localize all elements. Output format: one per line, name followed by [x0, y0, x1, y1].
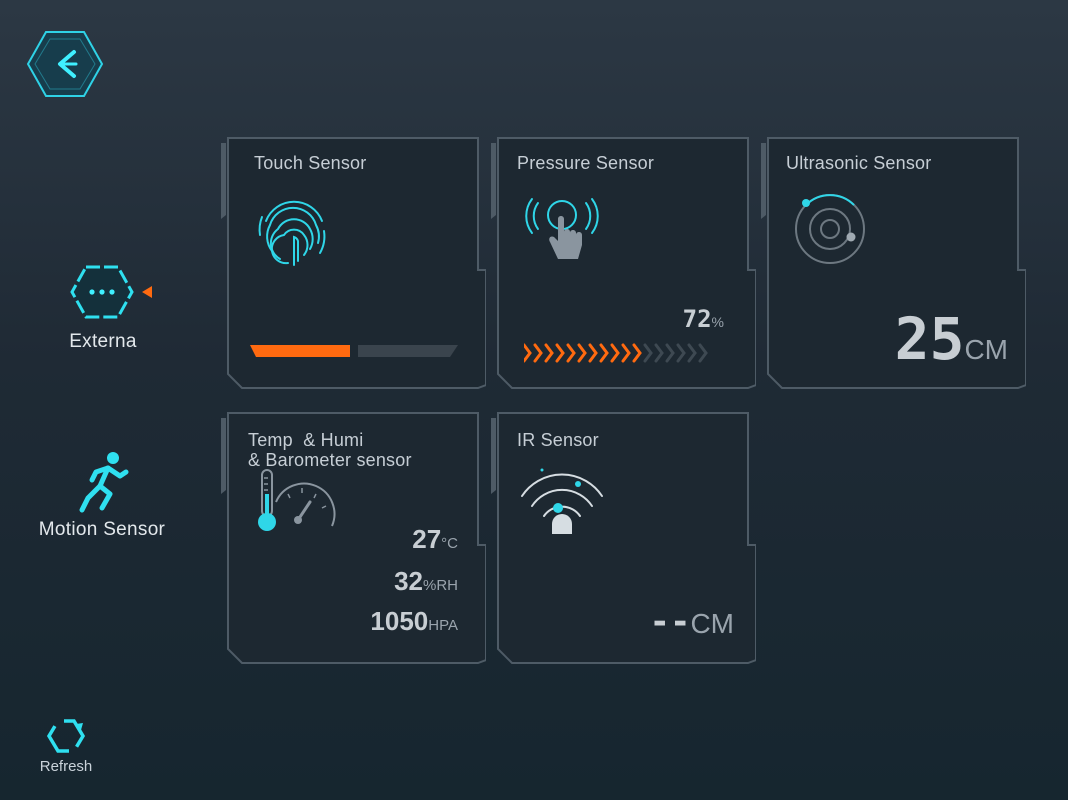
touch-level-bar	[250, 345, 458, 357]
refresh-label: Refresh	[39, 758, 93, 775]
active-indicator-arrow	[142, 286, 152, 298]
running-person-icon	[79, 452, 129, 513]
temperature-value: 27	[412, 524, 442, 554]
barometer-readout: 1050HPA	[370, 606, 458, 637]
nav-label-externa: Externa	[69, 331, 137, 352]
humidity-unit: %RH	[422, 577, 458, 594]
card-title: Touch Sensor	[254, 153, 367, 173]
chevron-filled	[599, 343, 609, 363]
card-temp-humi-barometer[interactable]: Temp & Humi & Barometer sensor 27°C 32%R…	[220, 410, 486, 666]
pressure-value: 72	[682, 305, 712, 333]
card-touch-sensor[interactable]: Touch Sensor	[220, 135, 486, 391]
card-title-line1: Temp & Humi	[248, 430, 364, 450]
barometer-value: 1050	[370, 606, 429, 636]
thermometer-gauge-icon	[258, 469, 336, 531]
refresh-icon	[46, 719, 86, 753]
temperature-readout: 27°C	[412, 524, 458, 555]
back-button[interactable]	[26, 28, 104, 100]
press-hand-icon	[525, 198, 599, 259]
chevron-empty	[687, 343, 697, 363]
chevron-filled	[533, 343, 543, 363]
ultrasonic-readout: 25CM	[895, 307, 1008, 382]
ir-wave-icon	[521, 468, 603, 534]
chevron-filled	[555, 343, 565, 363]
ultrasonic-value: 25	[894, 305, 965, 373]
pressure-chevron-meter	[524, 343, 708, 363]
card-title: Pressure Sensor	[517, 153, 655, 173]
chevron-empty	[676, 343, 686, 363]
card-title-line2: & Barometer sensor	[248, 450, 412, 470]
humidity-value: 32	[394, 566, 423, 596]
chevron-filled	[566, 343, 576, 363]
chevron-empty	[654, 343, 664, 363]
chevron-filled	[632, 343, 642, 363]
card-pressure-sensor[interactable]: Pressure Sensor 72%	[490, 135, 756, 391]
ir-unit: CM	[690, 608, 734, 639]
ultrasonic-unit: CM	[964, 334, 1008, 365]
card-title: Ultrasonic Sensor	[786, 153, 932, 173]
radar-icon	[795, 194, 865, 264]
refresh-button[interactable]: Refresh	[30, 718, 102, 775]
card-ir-sensor[interactable]: IR Sensor --CM	[490, 410, 756, 666]
nav-label-motion-sensor: Motion Sensor	[38, 519, 166, 540]
fingerprint-icon	[258, 200, 326, 266]
card-ultrasonic-sensor[interactable]: Ultrasonic Sensor 25CM	[760, 135, 1026, 391]
chevron-filled	[610, 343, 620, 363]
pressure-readout: 72%	[683, 305, 724, 333]
card-title: IR Sensor	[517, 430, 599, 450]
humidity-readout: 32%RH	[394, 566, 458, 597]
back-arrow-icon	[26, 31, 104, 97]
chevron-empty	[698, 343, 708, 363]
chevron-filled	[588, 343, 598, 363]
ir-readout: --CM	[650, 602, 735, 644]
barometer-unit: HPA	[428, 617, 458, 634]
ir-value: --	[649, 602, 691, 642]
nav-item-motion-sensor[interactable]: Motion Sensor	[22, 448, 182, 541]
hexagon-dots-icon	[70, 265, 152, 319]
temperature-unit: °C	[441, 535, 458, 552]
chevron-filled	[621, 343, 631, 363]
chevron-filled	[524, 343, 532, 363]
chevron-empty	[665, 343, 675, 363]
pressure-unit: %	[711, 314, 724, 330]
chevron-empty	[643, 343, 653, 363]
nav-item-externa[interactable]: Externa	[48, 262, 158, 353]
chevron-filled	[577, 343, 587, 363]
chevron-filled	[544, 343, 554, 363]
card-title: Temp & Humi & Barometer sensor	[248, 430, 412, 470]
